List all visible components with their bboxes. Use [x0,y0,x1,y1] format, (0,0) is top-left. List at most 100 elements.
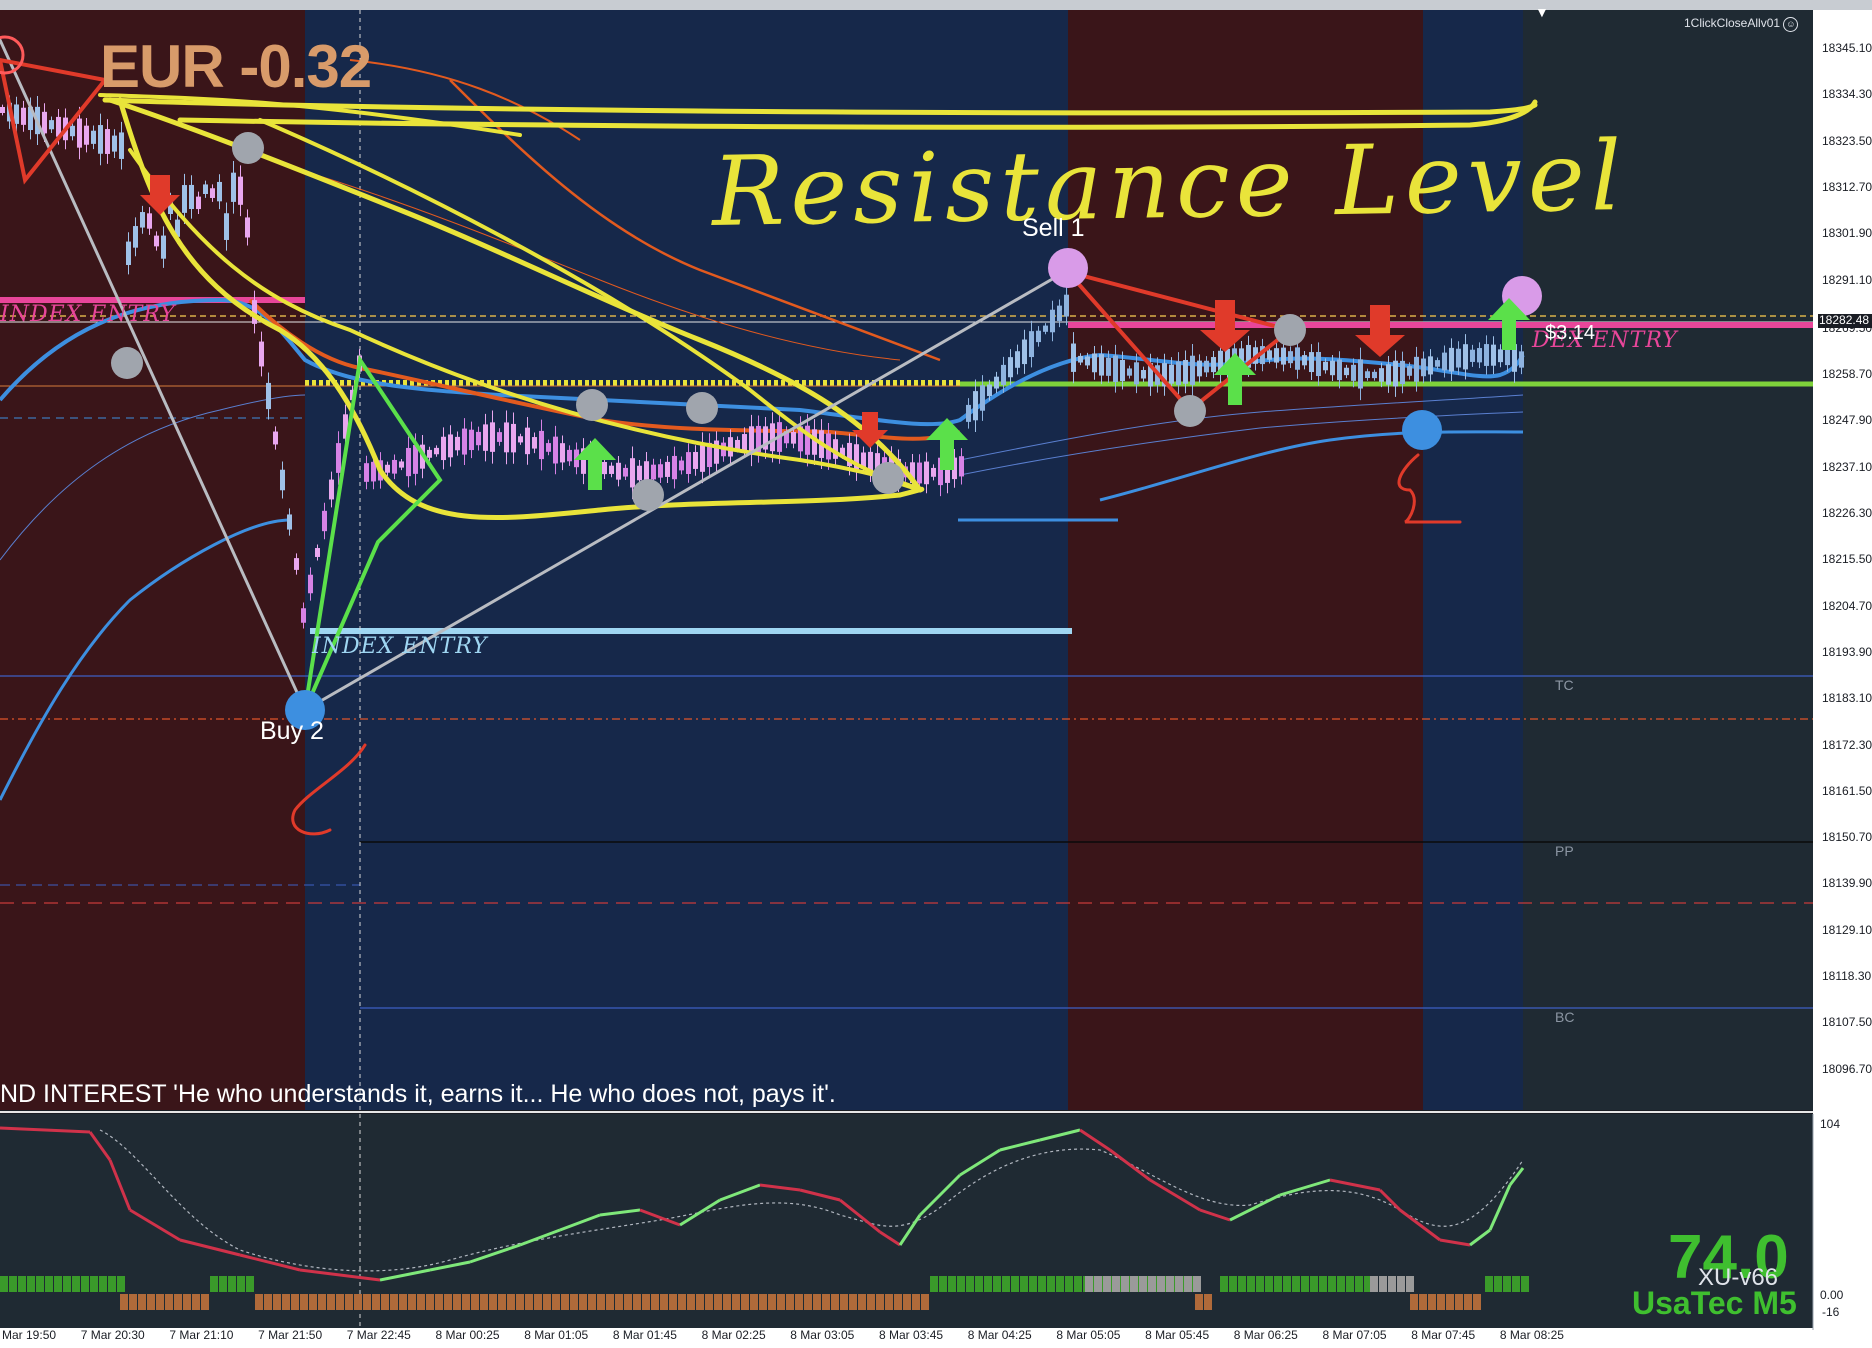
histogram-bar [1319,1276,1327,1292]
histogram-bar [1175,1276,1183,1292]
candle-body [98,125,103,154]
candle-body [392,459,397,474]
candle-body [196,196,201,210]
histogram-bar [975,1276,983,1292]
candle-body [1351,364,1356,381]
candle-body [133,226,138,248]
histogram-bar [90,1276,98,1292]
candle-body [1057,305,1062,321]
candle-body [294,558,299,570]
histogram-bar [408,1294,416,1310]
histogram-bar [579,1294,587,1310]
current-price-label: 18282.48 [1819,313,1870,327]
candle-body [1120,359,1125,382]
histogram-bar [27,1276,35,1292]
candle-body [154,235,159,247]
histogram-bar [1038,1276,1046,1292]
candle-body [308,574,313,594]
profit-label: $3.14 [1545,322,1596,344]
histogram-bar [138,1294,146,1310]
histogram-bar [489,1294,497,1310]
time-tick-label: 8 Mar 08:25 [1499,1328,1564,1342]
histogram-bar [516,1294,524,1310]
ea-name: 1ClickCloseAllv01 [1684,16,1781,30]
histogram-bar [957,1276,965,1292]
histogram-bar [921,1294,929,1310]
histogram-bar [912,1294,920,1310]
histogram-bar [1346,1276,1354,1292]
candle-body [833,439,838,459]
candle-body [567,449,572,462]
candle-body [1267,350,1272,360]
histogram-bar [1103,1276,1111,1292]
histogram-bar [282,1294,290,1310]
candle-body [49,120,54,130]
histogram-bar [372,1294,380,1310]
candle-body [1435,360,1440,367]
trading-chart-window[interactable]: EUR -0.32 Resistance Level Sell 1 Buy 2 … [0,0,1872,1348]
histogram-bar [993,1276,1001,1292]
candle-body [924,461,929,485]
histogram-bar [1521,1276,1529,1292]
histogram-bar [273,1294,281,1310]
candle-body [21,107,26,125]
candle-body [1064,294,1069,317]
histogram-bar [228,1276,236,1292]
histogram-bar [1379,1276,1387,1292]
time-tick-label: 7 Mar 21:10 [169,1328,234,1342]
histogram-bar [1437,1294,1445,1310]
histogram-bar [363,1294,371,1310]
histogram-bar [561,1294,569,1310]
candle-body [455,436,460,451]
shift-marker-icon[interactable]: ▼ [1535,4,1549,20]
ea-label[interactable]: 1ClickCloseAllv01 ☺ [1684,16,1799,32]
price-tick-label: 18237.10 [1822,459,1872,474]
histogram-bar [381,1294,389,1310]
histogram-bar [81,1276,89,1292]
histogram-bar [948,1276,956,1292]
candle-body [959,456,964,477]
candle-body [1519,351,1524,368]
histogram-bar [840,1294,848,1310]
indicator-scale-top: 104 [1820,1117,1841,1131]
histogram-bar [786,1294,794,1310]
candle-body [1498,349,1503,363]
histogram-bar [732,1294,740,1310]
pivot-tc-label: TC [1555,677,1574,693]
candle-body [273,431,278,445]
grey-dot-7 [1174,395,1206,427]
histogram-bar [417,1294,425,1310]
candle-body [224,213,229,240]
candle-body [497,432,502,442]
candle-body [1176,361,1181,385]
histogram-bar [108,1276,116,1292]
histogram-bar [768,1294,776,1310]
histogram-bar [1238,1276,1246,1292]
histogram-bar [219,1276,227,1292]
candle-body [1309,352,1314,373]
candle-body [1099,354,1104,376]
histogram-bar [1274,1276,1282,1292]
histogram-bar [1512,1276,1520,1292]
candle-body [238,176,243,205]
candle-body [546,443,551,452]
histogram-bar [1265,1276,1273,1292]
candle-body [329,479,334,500]
histogram-bar [903,1294,911,1310]
candle-body [1190,355,1195,385]
histogram-bar [606,1294,614,1310]
candle-body [1106,357,1111,376]
histogram-bar [570,1294,578,1310]
histogram-bar [291,1294,299,1310]
candle-body [994,376,999,389]
candle-body [609,465,614,474]
histogram-bar [399,1294,407,1310]
histogram-bar [1002,1276,1010,1292]
candle-body [1337,359,1342,381]
time-tick-label: 8 Mar 05:05 [1056,1328,1121,1342]
histogram-bar [525,1294,533,1310]
candle-body [980,385,985,411]
histogram-bar [237,1276,245,1292]
candle-body [119,132,124,159]
histogram-bar [597,1294,605,1310]
